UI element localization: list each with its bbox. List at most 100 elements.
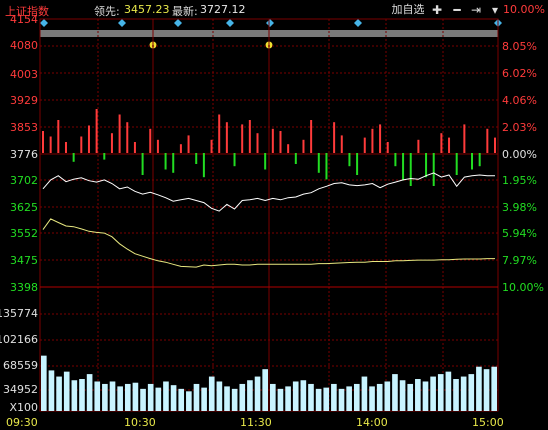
volume-bar xyxy=(124,383,131,411)
volume-bar xyxy=(239,383,246,411)
buy-sell-bar xyxy=(141,153,144,175)
volume-bar xyxy=(445,371,452,411)
volume-bar xyxy=(491,366,497,411)
buy-sell-bar xyxy=(302,139,305,153)
buy-sell-bar xyxy=(317,153,320,173)
buy-sell-bar xyxy=(57,120,60,153)
buy-sell-bar xyxy=(363,137,366,153)
volume-bar xyxy=(468,374,475,411)
volume-bar xyxy=(63,371,70,411)
volume-bar xyxy=(186,391,192,411)
volume-tick: 34952 xyxy=(3,383,38,396)
buy-sell-bar xyxy=(49,136,52,153)
buy-sell-bar xyxy=(379,124,382,153)
volume-bar xyxy=(308,383,314,411)
buy-sell-bar xyxy=(448,137,451,153)
volume-bar xyxy=(384,381,391,411)
volume-bar xyxy=(331,383,337,411)
volume-bar xyxy=(140,388,146,411)
buy-sell-bar xyxy=(386,142,389,153)
volume-bar xyxy=(86,374,93,411)
volume-bar xyxy=(79,379,85,411)
buy-sell-bar xyxy=(264,153,267,170)
buy-sell-bar xyxy=(202,153,205,178)
volume-bar xyxy=(178,388,185,411)
buy-sell-bar xyxy=(248,120,251,153)
buy-sell-bar xyxy=(478,153,481,167)
percent-axis-right: 8.05% 6.02% 4.06% 2.03% 0.00% 1.95% 3.98… xyxy=(502,40,544,294)
buy-sell-bar xyxy=(164,153,167,170)
price-tick: 3552 xyxy=(10,227,38,240)
pct-tick: 5.94% xyxy=(502,227,537,240)
time-tick: 15:00 xyxy=(472,416,504,429)
buy-sell-bar xyxy=(110,133,113,153)
volume-bar xyxy=(399,380,406,411)
pct-tick: 4.06% xyxy=(502,94,537,107)
timeline-markers[interactable] xyxy=(40,19,502,27)
volume-bar xyxy=(56,376,62,411)
buy-sell-bar xyxy=(126,122,129,153)
buy-sell-bar xyxy=(394,153,397,167)
buy-sell-bar xyxy=(133,142,136,153)
volume-axis: 135774 102166 68559 34952 X100 xyxy=(0,307,38,414)
volume-bar xyxy=(170,385,177,411)
volume-bar xyxy=(323,387,330,411)
volume-bar xyxy=(117,386,123,411)
timeline-marker-icon xyxy=(118,19,126,27)
volume-bar xyxy=(132,382,139,411)
price-tick: 3625 xyxy=(10,201,38,214)
buy-sell-bar xyxy=(87,125,90,153)
buy-sell-bar xyxy=(103,153,106,160)
volume-bar xyxy=(453,379,459,411)
buy-sell-bar xyxy=(179,144,182,153)
volume-bar xyxy=(437,374,444,411)
buy-sell-bar xyxy=(325,153,328,180)
timeline-marker-icon xyxy=(174,19,182,27)
volume-bar xyxy=(216,381,223,411)
volume-bar xyxy=(201,387,207,411)
volume-tick: 135774 xyxy=(0,307,38,320)
buy-sell-bar xyxy=(225,122,228,153)
buy-sell-bar xyxy=(64,142,67,153)
buy-sell-bar xyxy=(340,135,343,153)
volume-bar xyxy=(407,383,414,411)
buy-sell-bar xyxy=(149,128,152,153)
volume-bar xyxy=(41,355,47,411)
intraday-chart[interactable]: 4080 4003 3929 3853 3776 3702 3625 3552 … xyxy=(0,0,548,430)
price-tick: 3702 xyxy=(10,174,38,187)
volume-bar xyxy=(48,370,55,411)
volume-bar xyxy=(109,381,116,411)
pct-tick: 6.02% xyxy=(502,67,537,80)
volume-bar xyxy=(292,381,299,411)
volume-bar xyxy=(270,383,276,411)
volume-bar xyxy=(155,387,162,411)
buy-sell-bar xyxy=(432,153,435,186)
volume-bar xyxy=(376,383,383,411)
price-tick: 4003 xyxy=(10,68,38,81)
buy-sell-bar xyxy=(118,114,121,153)
price-tick: 3929 xyxy=(10,94,38,107)
volume-bar xyxy=(71,380,78,411)
buy-sell-bar xyxy=(440,133,443,153)
volume-bar xyxy=(300,380,307,411)
buy-sell-bar xyxy=(218,114,221,153)
volume-bar xyxy=(163,381,169,411)
timeline-marker-icon xyxy=(266,19,274,27)
buy-sell-bar xyxy=(172,153,175,173)
volume-bar xyxy=(338,388,345,411)
time-tick: 11:30 xyxy=(240,416,272,429)
buy-sell-bar xyxy=(494,137,496,153)
pct-tick: 3.98% xyxy=(502,201,537,214)
chart-grid xyxy=(39,18,499,412)
buy-sell-bar xyxy=(210,139,213,153)
buy-sell-bar xyxy=(471,153,474,170)
buy-sell-bar xyxy=(95,109,98,153)
volume-bar xyxy=(277,388,284,411)
time-tick: 14:00 xyxy=(356,416,388,429)
volume-bar xyxy=(476,366,482,411)
price-axis-left: 4080 4003 3929 3853 3776 3702 3625 3552 … xyxy=(10,13,38,294)
volume-bar xyxy=(422,381,429,411)
volume-bar xyxy=(361,376,368,411)
price-tick: 3398 xyxy=(10,281,38,294)
buy-sell-bar xyxy=(409,153,412,186)
